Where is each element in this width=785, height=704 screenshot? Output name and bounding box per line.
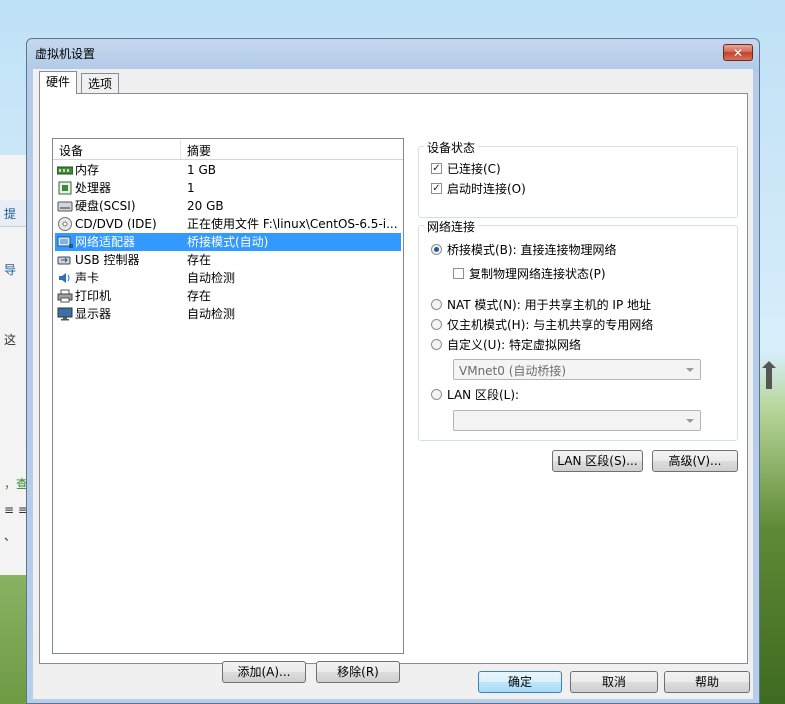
device-summary: 1 — [187, 181, 195, 195]
replicate-state-label[interactable]: 复制物理网络连接状态(P) — [469, 265, 606, 282]
network-adapter-icon — [57, 235, 73, 249]
remove-device-button[interactable]: 移除(R) — [316, 661, 400, 683]
device-name: 声卡 — [75, 271, 100, 285]
cdrom-icon — [57, 217, 73, 231]
lan-segment-radio[interactable] — [431, 389, 442, 400]
device-summary: 存在 — [187, 289, 212, 303]
replicate-state-checkbox[interactable] — [453, 268, 464, 279]
sound-icon — [57, 271, 73, 285]
vm-settings-dialog: 虚拟机设置 ✕ 硬件 选项 设备 摘要 内存 1 GB 处理器 1 硬盘(SCS… — [26, 38, 760, 704]
network-connection-group: 网络连接 桥接模式(B): 直接连接物理网络 复制物理网络连接状态(P) NAT… — [418, 218, 738, 441]
nat-label[interactable]: NAT 模式(N): 用于共享主机的 IP 地址 — [447, 296, 651, 313]
add-device-button[interactable]: 添加(A)... — [222, 661, 306, 683]
device-row-cdrom[interactable]: CD/DVD (IDE) 正在使用文件 F:\linux\CentOS-6.5-… — [55, 215, 401, 233]
lan-segment-label[interactable]: LAN 区段(L): — [447, 386, 519, 403]
dialog-client: 硬件 选项 设备 摘要 内存 1 GB 处理器 1 硬盘(SCSI) 20 GB… — [33, 69, 753, 699]
background-text: 提 — [4, 207, 17, 221]
custom-network-dropdown[interactable]: VMnet0 (自动桥接) — [453, 359, 701, 380]
device-summary: 1 GB — [187, 163, 216, 177]
column-header-device[interactable]: 设备 — [59, 142, 83, 159]
device-name: USB 控制器 — [75, 253, 140, 267]
connected-label[interactable]: 已连接(C) — [447, 160, 501, 177]
nat-radio[interactable] — [431, 299, 442, 310]
memory-icon — [56, 163, 74, 177]
tab-hardware[interactable]: 硬件 — [39, 71, 78, 94]
device-status-group: 设备状态 ✓ 已连接(C) ✓ 启动时连接(O) — [418, 139, 738, 218]
background-text: 导 — [4, 263, 17, 277]
hardware-panel: 设备 摘要 内存 1 GB 处理器 1 硬盘(SCSI) 20 GB CD/DV… — [39, 93, 748, 683]
device-name: 硬盘(SCSI) — [75, 199, 136, 213]
connected-checkbox[interactable]: ✓ — [431, 163, 442, 174]
device-row-usb[interactable]: USB 控制器 存在 — [55, 251, 401, 269]
connect-at-power-on-checkbox[interactable]: ✓ — [431, 183, 442, 194]
device-summary: 桥接模式(自动) — [187, 235, 269, 249]
column-header-summary[interactable]: 摘要 — [187, 142, 211, 159]
device-row-network-adapter[interactable]: 网络适配器 桥接模式(自动) — [55, 233, 401, 251]
background-text: ，查 — [4, 477, 29, 491]
advanced-button[interactable]: 高级(V)... — [652, 450, 738, 472]
device-row-sound[interactable]: 声卡 自动检测 — [55, 269, 401, 287]
host-only-label[interactable]: 仅主机模式(H): 与主机共享的专用网络 — [447, 316, 653, 333]
device-status-title: 设备状态 — [424, 139, 479, 156]
device-name: 内存 — [75, 163, 100, 177]
custom-label[interactable]: 自定义(U): 特定虚拟网络 — [447, 336, 581, 353]
device-summary: 自动检测 — [187, 271, 236, 285]
device-row-memory[interactable]: 内存 1 GB — [55, 161, 401, 179]
device-list-header: 设备 摘要 — [53, 139, 403, 160]
device-summary: 存在 — [187, 253, 212, 267]
close-button[interactable]: ✕ — [723, 44, 753, 61]
usb-icon — [57, 253, 73, 267]
processor-icon — [57, 181, 73, 195]
bridged-label[interactable]: 桥接模式(B): 直接连接物理网络 — [447, 241, 616, 258]
host-only-radio[interactable] — [431, 319, 442, 330]
connect-at-power-on-label[interactable]: 启动时连接(O) — [447, 180, 526, 197]
network-connection-title: 网络连接 — [424, 218, 479, 235]
device-name: 网络适配器 — [75, 235, 136, 249]
desktop-tower-decoration — [762, 361, 776, 389]
device-list[interactable]: 设备 摘要 内存 1 GB 处理器 1 硬盘(SCSI) 20 GB CD/DV… — [52, 138, 404, 654]
custom-radio[interactable] — [431, 339, 442, 350]
device-row-processor[interactable]: 处理器 1 — [55, 179, 401, 197]
background-text: 、 — [4, 529, 17, 543]
background-window[interactable]: 提 导 这 ，查 ≡ ≡ 、 — [0, 155, 29, 575]
background-text: ≡ ≡ — [4, 503, 28, 517]
device-summary: 20 GB — [187, 199, 224, 213]
help-button[interactable]: 帮助 — [664, 671, 750, 693]
chevron-down-icon — [686, 419, 694, 423]
device-row-display[interactable]: 显示器 自动检测 — [55, 305, 401, 323]
ok-button[interactable]: 确定 — [478, 671, 562, 693]
device-name: 处理器 — [75, 181, 112, 195]
lan-segment-dropdown[interactable] — [453, 410, 701, 431]
printer-icon — [57, 289, 73, 303]
harddisk-icon — [57, 199, 73, 213]
device-row-harddisk[interactable]: 硬盘(SCSI) 20 GB — [55, 197, 401, 215]
background-text: 这 — [4, 333, 17, 347]
device-name: CD/DVD (IDE) — [75, 217, 157, 231]
cancel-button[interactable]: 取消 — [570, 671, 658, 693]
dialog-title: 虚拟机设置 — [35, 47, 96, 61]
display-icon — [57, 307, 73, 321]
device-summary: 正在使用文件 F:\linux\CentOS-6.5-i... — [187, 217, 398, 231]
chevron-down-icon — [686, 368, 694, 372]
device-name: 显示器 — [75, 307, 112, 321]
custom-network-value: VMnet0 (自动桥接) — [459, 364, 567, 378]
lan-segments-button[interactable]: LAN 区段(S)... — [552, 450, 643, 472]
device-summary: 自动检测 — [187, 307, 236, 321]
tab-options[interactable]: 选项 — [81, 73, 120, 93]
column-separator — [180, 139, 181, 159]
bridged-radio[interactable] — [431, 244, 442, 255]
device-name: 打印机 — [75, 289, 112, 303]
device-row-printer[interactable]: 打印机 存在 — [55, 287, 401, 305]
